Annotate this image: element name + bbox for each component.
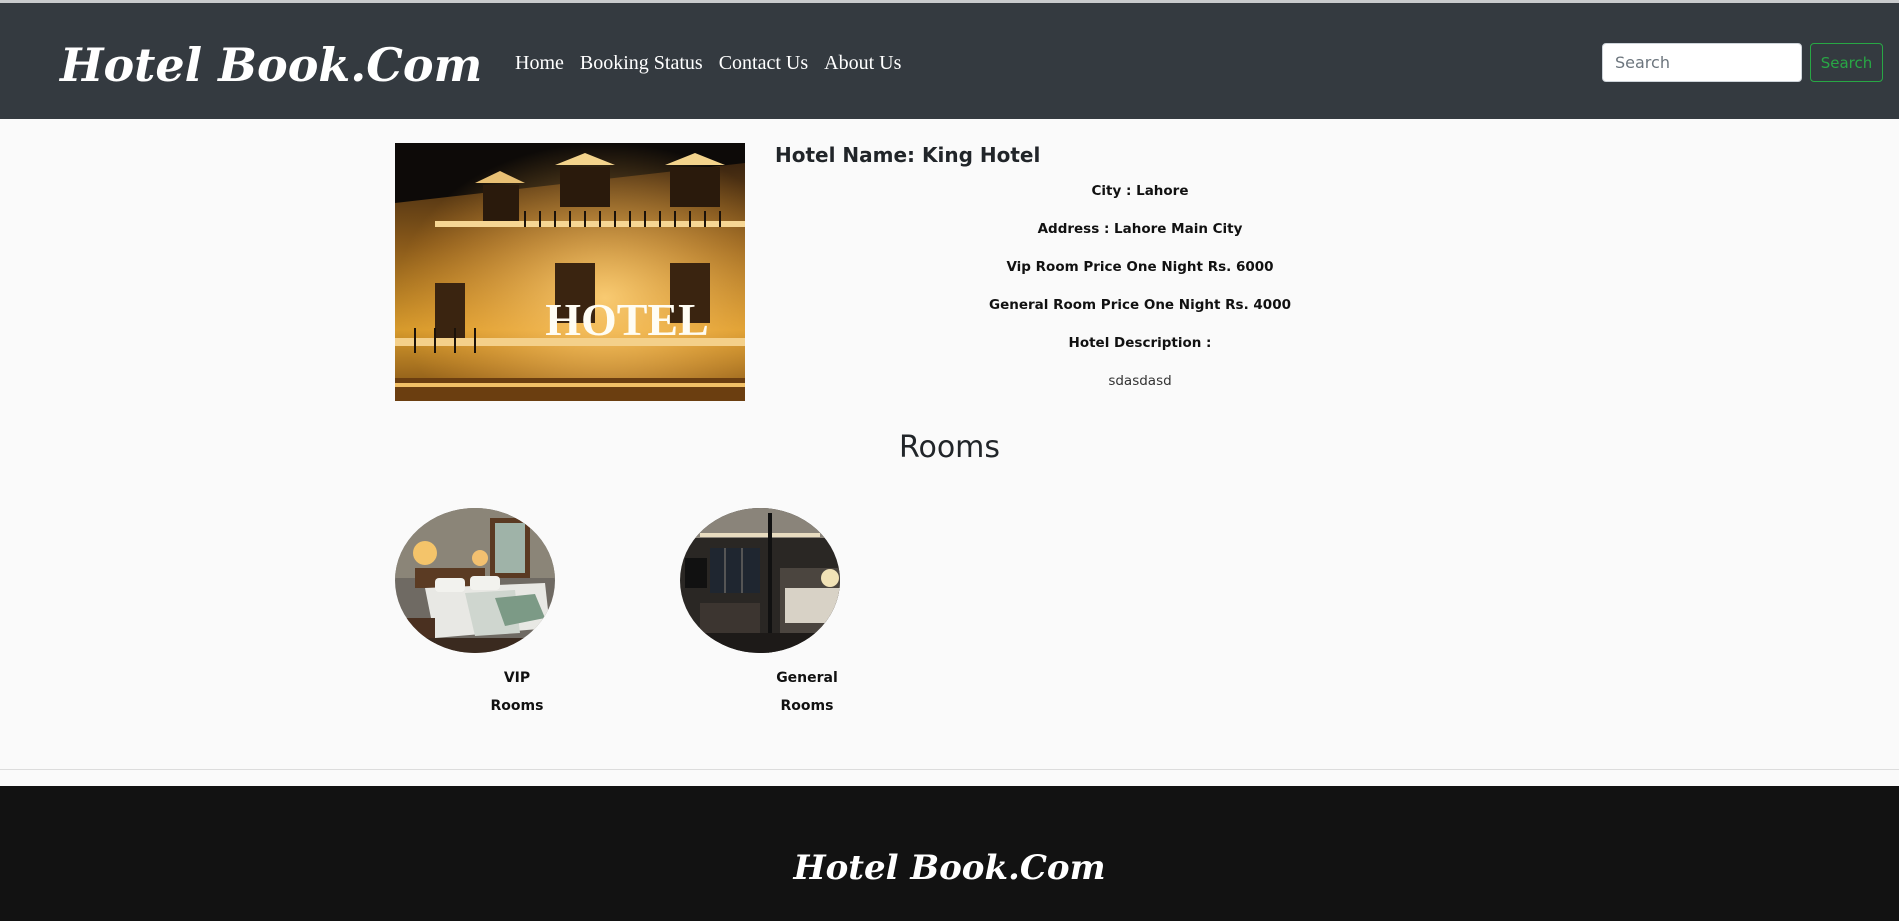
nav-contact-us-link[interactable]: Contact Us: [719, 49, 808, 77]
hotel-description-label: Hotel Description :: [1068, 335, 1212, 351]
room-card-vip[interactable]: VIP Rooms: [395, 508, 555, 714]
search-button[interactable]: Search: [1810, 43, 1883, 82]
rooms-heading: Rooms: [898, 430, 1001, 465]
hotel-address: Address : Lahore Main City: [1037, 221, 1243, 237]
nav-booking-status-link[interactable]: Booking Status: [580, 49, 703, 77]
brand-logo[interactable]: Hotel Book.Com: [60, 37, 482, 93]
hotel-description-text: sdasdasd: [1108, 373, 1172, 389]
hotel-details: City : Lahore Address : Lahore Main City…: [780, 180, 1500, 408]
hotel-image: HOTEL: [395, 143, 745, 401]
nav-about-us-link[interactable]: About Us: [824, 49, 901, 77]
general-rooms-label[interactable]: General Rooms: [767, 664, 847, 720]
vip-rooms-label[interactable]: VIP Rooms: [477, 664, 557, 720]
vip-room-image[interactable]: [395, 508, 555, 653]
footer-divider: [0, 769, 1899, 770]
general-room-price: General Room Price One Night Rs. 4000: [989, 297, 1291, 313]
room-card-general[interactable]: General Rooms: [680, 508, 840, 714]
search-input[interactable]: [1602, 43, 1802, 82]
general-room-image[interactable]: [680, 508, 840, 653]
nav-home-link[interactable]: Home: [515, 49, 564, 77]
footer: Hotel Book.Com: [0, 786, 1899, 921]
footer-brand-logo: Hotel Book.Com: [793, 848, 1106, 888]
vip-room-price: Vip Room Price One Night Rs. 6000: [1006, 259, 1274, 275]
main-nav: Home Booking Status Contact Us About Us: [515, 49, 917, 77]
hotel-city: City : Lahore: [1091, 183, 1189, 199]
hotel-name-heading: Hotel Name: King Hotel: [775, 143, 1041, 167]
navbar: Hotel Book.Com Home Booking Status Conta…: [0, 3, 1899, 119]
hotel-sign-text: HOTEL: [545, 294, 709, 345]
